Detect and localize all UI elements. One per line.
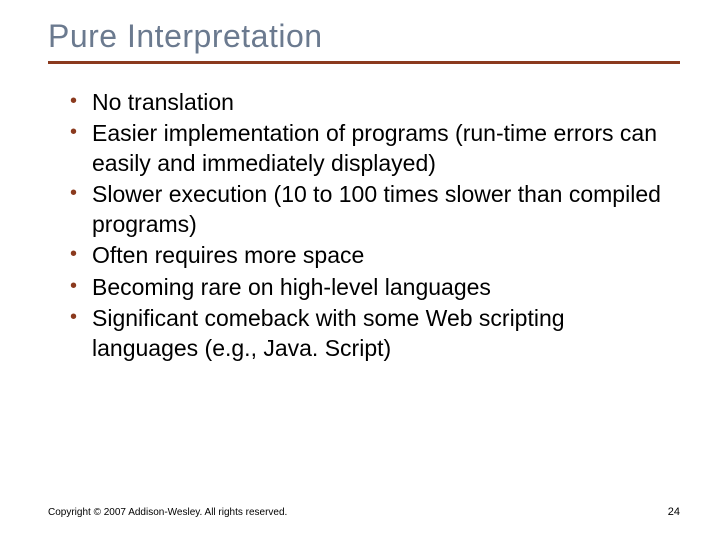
list-item: Often requires more space — [70, 241, 666, 270]
bullet-list: No translation Easier implementation of … — [48, 88, 680, 363]
list-item: Becoming rare on high-level languages — [70, 273, 666, 302]
horizontal-rule — [48, 61, 680, 64]
page-number: 24 — [668, 506, 680, 518]
page-title: Pure Interpretation — [48, 18, 680, 55]
list-item: Slower execution (10 to 100 times slower… — [70, 180, 666, 239]
footer: Copyright © 2007 Addison-Wesley. All rig… — [48, 506, 680, 518]
copyright-text: Copyright © 2007 Addison-Wesley. All rig… — [48, 507, 287, 518]
slide: Pure Interpretation No translation Easie… — [0, 0, 720, 540]
list-item: No translation — [70, 88, 666, 117]
list-item: Significant comeback with some Web scrip… — [70, 304, 666, 363]
list-item: Easier implementation of programs (run-t… — [70, 119, 666, 178]
